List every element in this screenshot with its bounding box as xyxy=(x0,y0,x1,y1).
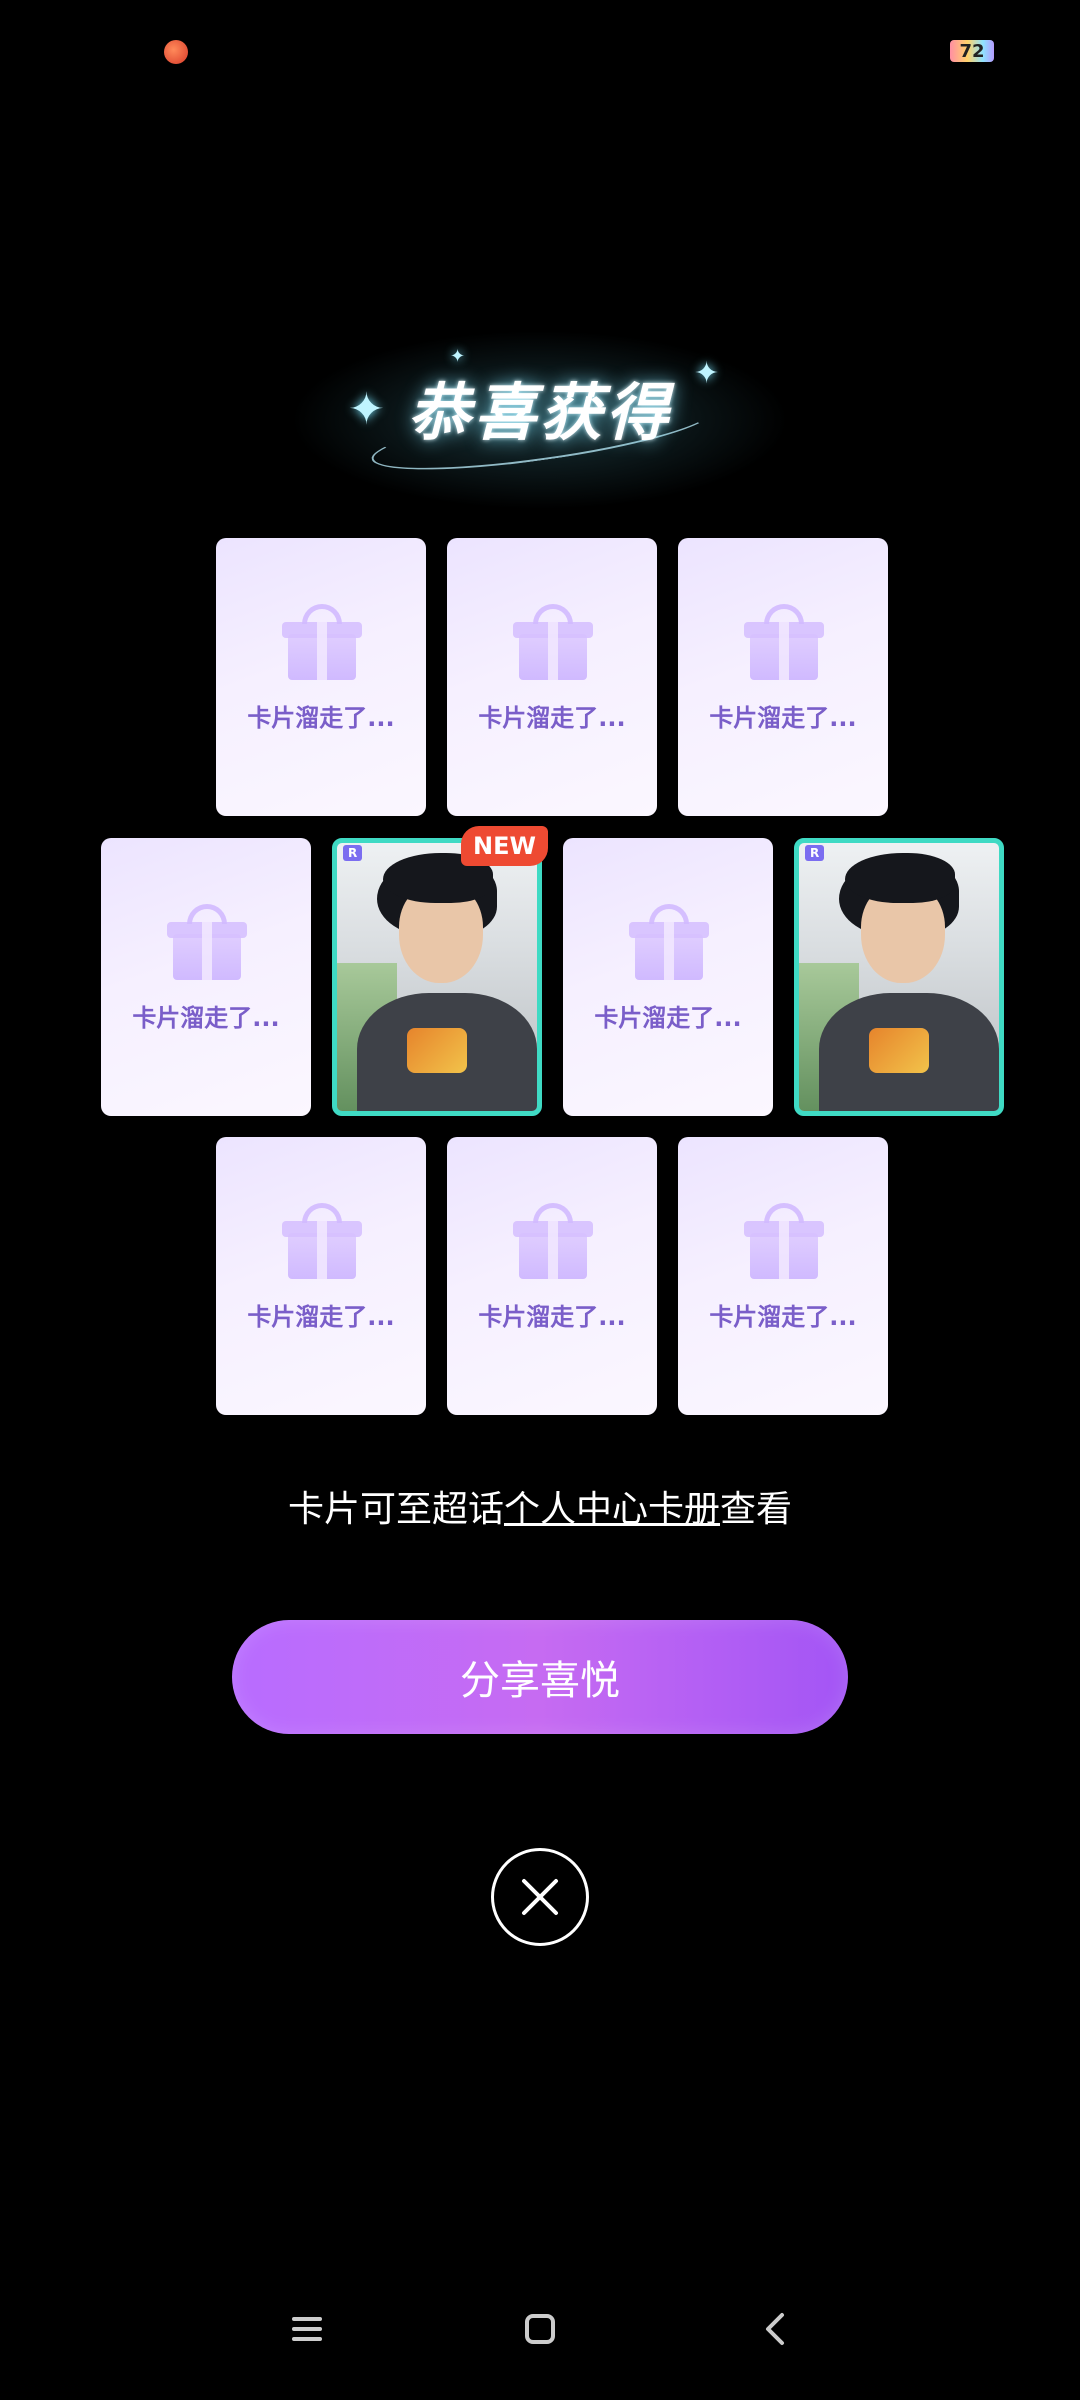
gift-icon xyxy=(513,1203,593,1283)
new-badge: NEW xyxy=(461,826,548,866)
close-icon xyxy=(522,1879,558,1915)
card-label: 卡片溜走了... xyxy=(594,1004,742,1032)
screen: 72 ✦ ✦ ✦ 恭喜获得 卡片溜走了... 卡片溜走了... 卡片溜走了...… xyxy=(0,0,1080,2400)
info-text: 卡片可至超话个人中心卡册查看 xyxy=(0,1480,1080,1532)
info-prefix: 卡片可至超话 xyxy=(287,1489,504,1530)
missing-card[interactable]: 卡片溜走了... xyxy=(101,838,311,1116)
close-button[interactable] xyxy=(491,1848,589,1946)
photo-card[interactable]: R xyxy=(332,838,542,1116)
missing-card[interactable]: 卡片溜走了... xyxy=(447,538,657,816)
gift-icon xyxy=(167,904,247,984)
gift-icon xyxy=(282,1203,362,1283)
gift-icon xyxy=(744,1203,824,1283)
missing-card[interactable]: 卡片溜走了... xyxy=(563,838,773,1116)
missing-card[interactable]: 卡片溜走了... xyxy=(216,1137,426,1415)
notification-icon xyxy=(164,40,188,64)
missing-card[interactable]: 卡片溜走了... xyxy=(216,538,426,816)
missing-card[interactable]: 卡片溜走了... xyxy=(678,1137,888,1415)
missing-card[interactable]: 卡片溜走了... xyxy=(447,1137,657,1415)
menu-button[interactable] xyxy=(288,2310,326,2352)
card-label: 卡片溜走了... xyxy=(132,1004,280,1032)
home-button[interactable] xyxy=(521,2310,559,2352)
home-icon xyxy=(525,2314,555,2344)
share-button[interactable]: 分享喜悦 xyxy=(232,1620,848,1734)
card-label: 卡片溜走了... xyxy=(478,704,626,732)
missing-card[interactable]: 卡片溜走了... xyxy=(678,538,888,816)
info-suffix: 查看 xyxy=(720,1489,793,1530)
photo-shirt-print xyxy=(869,1028,929,1073)
menu-icon xyxy=(292,2317,322,2341)
gift-icon xyxy=(629,904,709,984)
back-icon xyxy=(766,2313,784,2345)
back-button[interactable] xyxy=(757,2310,795,2352)
gift-icon xyxy=(282,604,362,684)
gift-icon xyxy=(744,604,824,684)
card-album-link[interactable]: 个人中心卡册 xyxy=(504,1489,720,1530)
photo-shirt-print xyxy=(407,1028,467,1073)
photo-hair-fringe xyxy=(845,853,955,903)
rarity-badge: R xyxy=(343,845,363,861)
rarity-badge: R xyxy=(805,845,825,861)
gift-icon xyxy=(513,604,593,684)
card-label: 卡片溜走了... xyxy=(709,1303,857,1331)
page-title: 恭喜获得 xyxy=(407,376,672,449)
photo-card[interactable]: R xyxy=(794,838,1004,1116)
card-label: 卡片溜走了... xyxy=(247,1303,395,1331)
card-label: 卡片溜走了... xyxy=(478,1303,626,1331)
card-label: 卡片溜走了... xyxy=(709,704,857,732)
battery-indicator: 72 xyxy=(950,40,994,62)
card-label: 卡片溜走了... xyxy=(247,704,395,732)
